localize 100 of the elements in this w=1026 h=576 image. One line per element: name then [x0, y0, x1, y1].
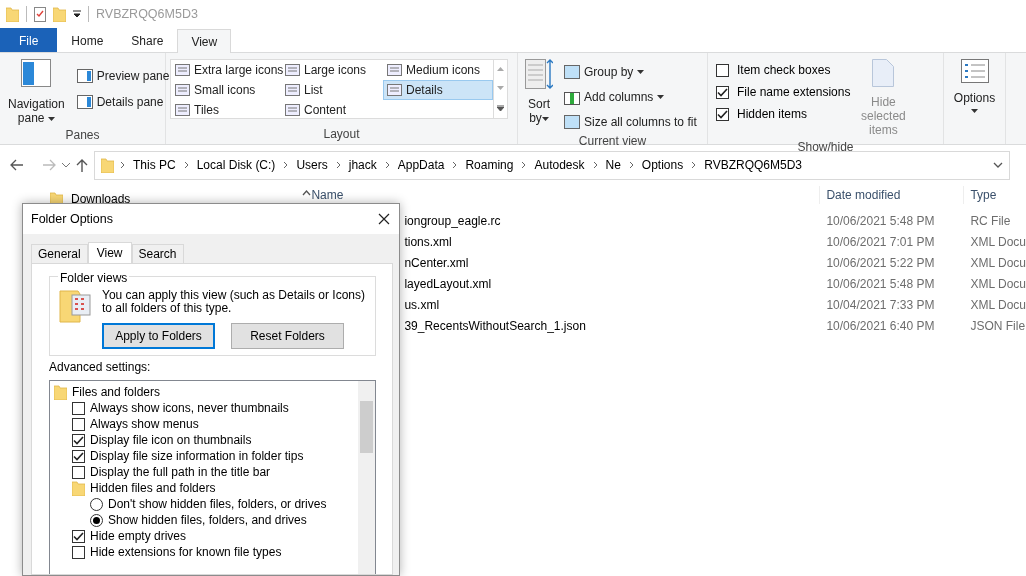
page-icon	[872, 59, 895, 87]
checkbox[interactable]	[72, 529, 85, 543]
back-icon	[10, 159, 24, 171]
chevron-icon	[335, 161, 341, 169]
date-cell: 10/06/2021 5:48 PM	[826, 276, 935, 291]
options-icon	[960, 59, 989, 83]
breadcrumb[interactable]: AppData	[395, 156, 447, 174]
dialog-tab[interactable]: View	[87, 242, 132, 263]
file-menu-tab[interactable]: File	[0, 28, 58, 52]
breadcrumb[interactable]: RVBZRQQ6M5D3	[702, 156, 805, 174]
chevron-icon	[384, 161, 390, 169]
caret-icon	[541, 116, 549, 121]
column-header[interactable]: Date modified	[826, 188, 901, 202]
checkbox[interactable]	[72, 433, 85, 447]
close-icon	[378, 213, 390, 225]
breadcrumb[interactable]: This PC	[131, 156, 178, 174]
chevron-icon	[120, 161, 125, 169]
view-option-button[interactable]: Size all columns to fit	[560, 111, 701, 133]
dialog-button[interactable]: Apply to Folders	[102, 323, 215, 349]
folder-icon	[53, 6, 66, 22]
setting-label: Display file size information in folder tips	[90, 448, 304, 465]
layout-option[interactable]: Extra large icons	[171, 60, 281, 80]
dialog-tab[interactable]: General	[31, 244, 88, 263]
column-header[interactable]: Type	[970, 188, 997, 202]
tree-group-label: Files and folders	[72, 384, 161, 401]
layout-option[interactable]: Small icons	[171, 80, 281, 100]
type-cell: XML Docu	[970, 255, 1026, 270]
file-name: layedLayout.xml	[404, 276, 492, 291]
radio-button[interactable]	[90, 497, 103, 511]
group-label: Current view	[577, 133, 648, 149]
folder-views-icon	[58, 289, 92, 323]
ribbon-tab[interactable]: View	[177, 29, 232, 53]
expand-gallery-icon	[497, 104, 504, 111]
window-title: RVBZRQQ6M5D3	[96, 5, 198, 23]
breadcrumb[interactable]: Options	[639, 156, 686, 174]
layout-option[interactable]: Content	[281, 100, 383, 120]
tree-group-label: Hidden files and folders	[90, 480, 216, 497]
folder-icon	[54, 384, 67, 400]
checkbox-label: Hidden items	[737, 106, 808, 123]
radio-button[interactable]	[90, 513, 103, 527]
column-header[interactable]: Name	[311, 186, 344, 204]
folder-views-text: You can apply this view (such as Details or Icons) to all folders of this type.	[102, 289, 366, 315]
setting-label: Don't show hidden files, folders, or drives	[108, 496, 327, 513]
date-cell: 10/04/2021 7:33 PM	[826, 297, 935, 312]
sort-by-button[interactable]: Sort by	[522, 57, 556, 133]
ribbon-tab[interactable]: Share	[117, 28, 178, 52]
options-button[interactable]: Options	[948, 57, 1001, 115]
dialog-title: Folder Options	[31, 210, 113, 228]
dialog-button[interactable]: Reset Folders	[231, 323, 344, 349]
details-pane-icon	[76, 95, 93, 109]
scroll-up-icon	[497, 67, 504, 72]
up-icon	[76, 158, 88, 172]
file-name: us.xml	[404, 297, 440, 312]
type-cell: RC File	[970, 213, 1011, 228]
setting-label: Display file icon on thumbnails	[90, 432, 252, 449]
type-cell: XML Docu	[970, 234, 1026, 249]
dialog-tab[interactable]: Search	[131, 244, 184, 263]
layout-option[interactable]: Medium icons	[383, 60, 493, 80]
layout-option[interactable]: List	[281, 80, 383, 100]
layout-option[interactable]: Tiles	[171, 100, 281, 120]
checkbox[interactable]	[72, 449, 85, 463]
type-cell: XML Docu	[970, 276, 1026, 291]
add-columns-icon	[564, 89, 580, 105]
breadcrumb[interactable]: Users	[294, 156, 330, 174]
folder-icon	[6, 6, 19, 22]
chevron-icon	[521, 161, 527, 169]
checkbox[interactable]	[72, 417, 85, 431]
setting-label: Always show menus	[90, 416, 199, 433]
scrollbar-thumb[interactable]	[360, 401, 373, 453]
layout-option[interactable]: Details	[383, 80, 493, 100]
breadcrumb[interactable]: Ne	[603, 156, 623, 174]
checkbox[interactable]	[72, 545, 85, 559]
checkbox-label: Item check boxes	[737, 62, 831, 79]
folder-icon	[101, 157, 114, 173]
chevron-icon	[691, 161, 697, 169]
checkbox[interactable]	[72, 465, 85, 479]
breadcrumb[interactable]: Local Disk (C:)	[194, 156, 278, 174]
scroll-up-icon	[302, 190, 312, 196]
file-name: iongroup_eagle.rc	[404, 213, 501, 228]
date-cell: 10/06/2021 5:48 PM	[826, 213, 935, 228]
dropdown-icon	[73, 10, 81, 18]
checkbox[interactable]	[716, 85, 729, 99]
ribbon-tab[interactable]: Home	[57, 28, 118, 52]
file-name: nCenter.xml	[404, 255, 469, 270]
view-option-button[interactable]: Group by	[560, 61, 701, 83]
dropdown-icon	[993, 162, 1003, 168]
view-option-button[interactable]: Add columns	[560, 86, 701, 108]
properties-icon	[34, 6, 46, 22]
chevron-icon	[628, 161, 634, 169]
checkbox[interactable]	[716, 63, 729, 77]
breadcrumb[interactable]: Roaming	[463, 156, 516, 174]
checkbox[interactable]	[716, 107, 729, 121]
navigation-pane-button[interactable]: Navigation pane	[4, 57, 69, 127]
sort-icon	[525, 59, 553, 89]
breadcrumb[interactable]: jhack	[346, 156, 379, 174]
breadcrumb[interactable]: Autodesk	[532, 156, 587, 174]
checkbox[interactable]	[72, 401, 85, 415]
chevron-icon	[592, 161, 598, 169]
chevron-icon	[183, 161, 189, 169]
preview-pane-icon	[76, 69, 93, 83]
